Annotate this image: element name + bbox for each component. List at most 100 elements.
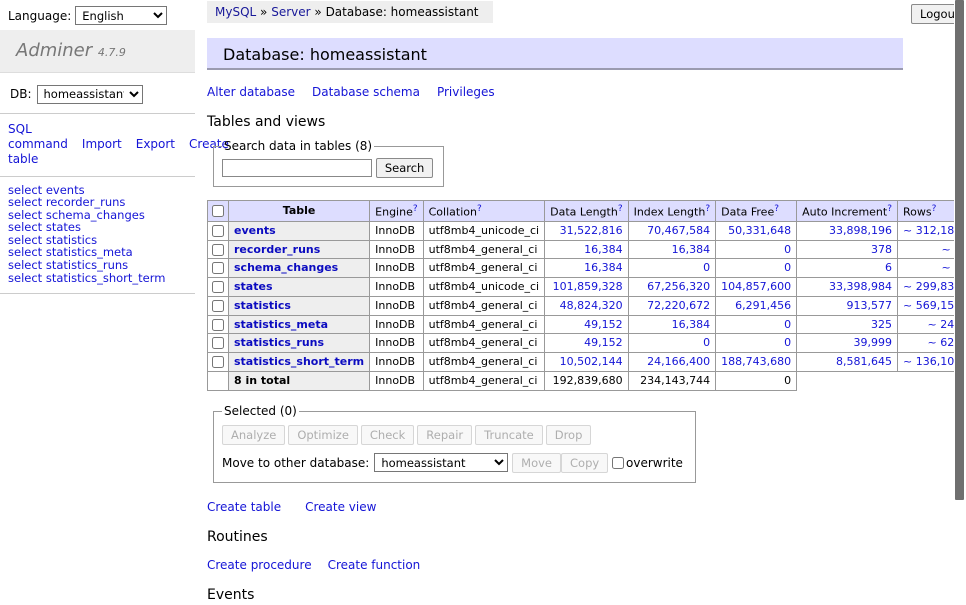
rows-link[interactable]: ~ 569,159 — [903, 299, 961, 312]
sql-command-link[interactable]: SQL command — [8, 122, 68, 151]
database-schema-link[interactable]: Database schema — [312, 85, 420, 99]
data-free-cell: 0 — [716, 259, 797, 278]
breadcrumb-server-link[interactable]: Server — [271, 5, 310, 19]
index-length-link[interactable]: 0 — [703, 336, 710, 349]
table-link[interactable]: statistics_runs — [234, 336, 324, 349]
sidebar-select-link[interactable]: select states — [8, 221, 195, 234]
check-button[interactable]: Check — [361, 425, 414, 445]
row-checkbox[interactable] — [212, 225, 224, 237]
auto-increment-link[interactable]: 33,398,984 — [829, 280, 892, 293]
data-length-link[interactable]: 49,152 — [584, 318, 623, 331]
sidebar-select-link[interactable]: select recorder_runs — [8, 196, 195, 209]
create-view-link[interactable]: Create view — [305, 500, 376, 514]
table-row: schema_changesInnoDButf8mb4_general_ci16… — [208, 259, 966, 278]
data-free-link[interactable]: 0 — [784, 261, 791, 274]
data-length-link[interactable]: 31,522,816 — [560, 224, 623, 237]
index-length-cell: 16,384 — [628, 240, 716, 259]
auto-increment-link[interactable]: 33,898,196 — [829, 224, 892, 237]
move-database-select[interactable]: homeassistant — [374, 453, 508, 472]
data-free-link[interactable]: 6,291,456 — [735, 299, 791, 312]
data-free-link[interactable]: 104,857,600 — [721, 280, 791, 293]
move-button[interactable]: Move — [512, 453, 561, 473]
data-free-link[interactable]: 50,331,648 — [728, 224, 791, 237]
optimize-button[interactable]: Optimize — [288, 425, 358, 445]
rows-link[interactable]: ~ 312,180 — [903, 224, 961, 237]
table-link[interactable]: schema_changes — [234, 261, 338, 274]
import-link[interactable]: Import — [82, 137, 122, 151]
select-all-checkbox[interactable] — [212, 205, 224, 217]
search-button[interactable]: Search — [376, 158, 434, 178]
data-free-link[interactable]: 0 — [784, 318, 791, 331]
sidebar-select-link[interactable]: select statistics_short_term — [8, 272, 195, 285]
data-length-link[interactable]: 49,152 — [584, 336, 623, 349]
data-length-cell: 16,384 — [545, 259, 628, 278]
table-link[interactable]: statistics — [234, 299, 291, 312]
overwrite-checkbox[interactable] — [612, 457, 624, 469]
copy-button[interactable]: Copy — [561, 453, 608, 473]
auto-increment-link[interactable]: 39,999 — [854, 336, 893, 349]
index-length-link[interactable]: 24,166,400 — [647, 355, 710, 368]
column-help-link[interactable]: ? — [618, 204, 623, 214]
auto-increment-link[interactable]: 8,581,645 — [836, 355, 892, 368]
data-length-link[interactable]: 16,384 — [584, 261, 623, 274]
data-free-link[interactable]: 0 — [784, 243, 791, 256]
collation-cell: utf8mb4_general_ci — [423, 296, 544, 315]
column-help-link[interactable]: ? — [932, 204, 937, 214]
rows-link[interactable]: ~ 299,833 — [903, 280, 961, 293]
index-length-link[interactable]: 16,384 — [672, 318, 711, 331]
data-length-link[interactable]: 48,824,320 — [560, 299, 623, 312]
auto-increment-link[interactable]: 378 — [871, 243, 892, 256]
index-length-link[interactable]: 72,220,672 — [647, 299, 710, 312]
table-link[interactable]: statistics_short_term — [234, 355, 364, 368]
routine-links: Create procedure Create function — [207, 558, 907, 573]
create-procedure-link[interactable]: Create procedure — [207, 558, 312, 572]
column-header-engine: Engine? — [370, 200, 423, 221]
row-checkbox[interactable] — [212, 244, 224, 256]
create-links: Create table Create view — [207, 500, 907, 515]
export-link[interactable]: Export — [136, 137, 175, 151]
create-function-link[interactable]: Create function — [328, 558, 421, 572]
analyze-button[interactable]: Analyze — [222, 425, 285, 445]
row-checkbox[interactable] — [212, 281, 224, 293]
language-select[interactable]: English — [75, 6, 167, 25]
column-help-link[interactable]: ? — [413, 204, 418, 214]
table-link[interactable]: statistics_meta — [234, 318, 328, 331]
sidebar-select-link[interactable]: select statistics_runs — [8, 259, 195, 272]
repair-button[interactable]: Repair — [417, 425, 472, 445]
row-checkbox[interactable] — [212, 262, 224, 274]
data-length-link[interactable]: 16,384 — [584, 243, 623, 256]
auto-increment-link[interactable]: 325 — [871, 318, 892, 331]
index-length-link[interactable]: 67,256,320 — [647, 280, 710, 293]
column-help-link[interactable]: ? — [887, 204, 892, 214]
table-link[interactable]: events — [234, 224, 276, 237]
column-help-link[interactable]: ? — [477, 204, 482, 214]
scrollbar-thumb[interactable] — [955, 0, 964, 500]
data-length-link[interactable]: 101,859,328 — [553, 280, 623, 293]
db-select[interactable]: homeassistant — [37, 85, 143, 104]
data-length-link[interactable]: 10,502,144 — [560, 355, 623, 368]
index-length-link[interactable]: 0 — [703, 261, 710, 274]
app-title: Adminer 4.7.9 — [0, 30, 195, 73]
data-free-link[interactable]: 188,743,680 — [721, 355, 791, 368]
privileges-link[interactable]: Privileges — [437, 85, 495, 99]
row-checkbox[interactable] — [212, 356, 224, 368]
data-free-link[interactable]: 0 — [784, 336, 791, 349]
row-checkbox[interactable] — [212, 337, 224, 349]
column-help-link[interactable]: ? — [705, 204, 710, 214]
drop-button[interactable]: Drop — [546, 425, 592, 445]
search-input[interactable] — [222, 159, 372, 177]
create-table-link-main[interactable]: Create table — [207, 500, 281, 514]
rows-link[interactable]: ~ 136,108 — [903, 355, 961, 368]
index-length-link[interactable]: 70,467,584 — [647, 224, 710, 237]
row-checkbox[interactable] — [212, 319, 224, 331]
row-checkbox[interactable] — [212, 300, 224, 312]
table-link[interactable]: states — [234, 280, 273, 293]
table-link[interactable]: recorder_runs — [234, 243, 320, 256]
alter-database-link[interactable]: Alter database — [207, 85, 295, 99]
truncate-button[interactable]: Truncate — [475, 425, 543, 445]
breadcrumb-mysql-link[interactable]: MySQL — [215, 5, 256, 19]
column-help-link[interactable]: ? — [774, 204, 779, 214]
auto-increment-link[interactable]: 913,577 — [847, 299, 893, 312]
index-length-link[interactable]: 16,384 — [672, 243, 711, 256]
auto-increment-link[interactable]: 6 — [885, 261, 892, 274]
